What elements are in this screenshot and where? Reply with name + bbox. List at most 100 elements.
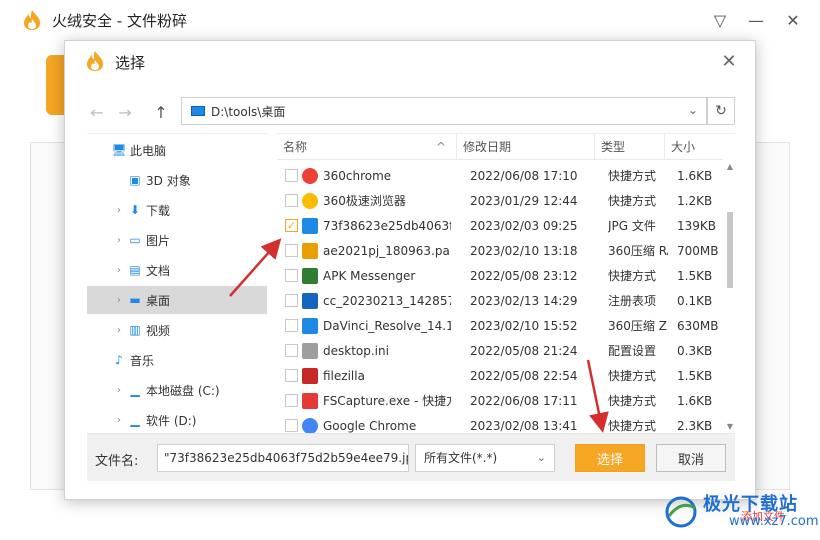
select-button[interactable]: 选择 <box>575 444 645 472</box>
drive-c-icon: ▁ <box>130 383 140 397</box>
file-list-header: 名称 ^ 修改日期 类型 大小 <box>277 134 723 160</box>
nav-item-8[interactable]: › ▁ 本地磁盘 (C:) <box>87 376 267 404</box>
file-row[interactable]: ✓ 73f38623e25db4063f75d2b59e4ee79.jpg 2023… <box>277 213 723 238</box>
file-checkbox[interactable] <box>285 394 298 407</box>
3d-objects-icon: ▣ <box>129 173 141 187</box>
file-date: 2022/06/08 17:10 <box>470 168 578 183</box>
nav-item-0[interactable]: 🖥 此电脑 <box>87 136 267 164</box>
file-date: 2023/02/13 14:29 <box>470 293 578 308</box>
file-row[interactable]: 360极速浏览器 2023/01/29 12:44 快捷方式 1.2KB <box>277 188 723 213</box>
nav-item-5[interactable]: › ▬ 桌面 <box>87 286 267 314</box>
desktop-icon: ▬ <box>129 293 141 307</box>
expand-chevron-icon[interactable]: › <box>113 205 125 216</box>
file-row[interactable]: FSCapture.exe - 快捷方式 2022/06/08 17:11 快捷方式… <box>277 388 723 413</box>
address-dropdown-icon[interactable]: ⌄ <box>688 103 698 117</box>
dialog-close-button[interactable]: ✕ <box>717 49 741 73</box>
forward-button[interactable]: → <box>115 101 135 123</box>
file-checkbox[interactable]: ✓ <box>285 219 298 232</box>
browser360-icon <box>302 192 318 209</box>
file-checkbox[interactable] <box>285 369 298 382</box>
minimize-button[interactable]: — <box>744 8 768 32</box>
file-date: 2023/02/10 15:52 <box>470 318 578 333</box>
file-checkbox[interactable] <box>285 244 298 257</box>
archive-icon <box>302 317 318 334</box>
refresh-button[interactable]: ↻ <box>707 97 735 125</box>
scroll-down-icon[interactable]: ▼ <box>725 422 735 431</box>
nav-item-4[interactable]: › ▤ 文档 <box>87 256 267 284</box>
expand-chevron-icon[interactable]: › <box>113 295 125 306</box>
app-title: 火绒安全 - 文件粉碎 <box>52 12 187 30</box>
nav-item-label: 文档 <box>146 263 171 278</box>
file-type: 注册表项 <box>608 294 657 308</box>
filename-label: 文件名: <box>95 454 139 469</box>
column-date[interactable]: 修改日期 <box>457 134 595 160</box>
computer-icon: 🖥 <box>111 143 127 157</box>
file-checkbox[interactable] <box>285 269 298 282</box>
dialog-logo-icon <box>87 51 103 71</box>
expand-chevron-icon[interactable]: › <box>113 325 125 336</box>
file-row[interactable]: DaVinci_Resolve_14.1_ 2023/02/10 15:52 360… <box>277 313 723 338</box>
file-row[interactable]: APK Messenger 2022/05/08 23:12 快捷方式 1.5KB <box>277 263 723 288</box>
file-type-filter[interactable]: 所有文件(*.*) ⌄ <box>415 444 555 472</box>
dialog-footer: 文件名: "73f38623e25db4063f75d2b59e4ee79.jp… <box>87 433 735 481</box>
file-type: 快捷方式 <box>608 169 657 183</box>
address-bar[interactable]: D:\tools\桌面 ⌄ <box>181 97 707 125</box>
file-checkbox[interactable] <box>285 294 298 307</box>
file-row[interactable]: ae2021pj_180963.part 2023/02/10 13:18 360压… <box>277 238 723 263</box>
watermark-url: www.xz7.com <box>729 514 819 529</box>
column-name[interactable]: 名称 ^ <box>277 134 457 160</box>
back-button[interactable]: ← <box>87 101 107 123</box>
file-size: 1.5KB <box>677 368 713 383</box>
expand-chevron-icon[interactable]: › <box>113 385 125 396</box>
nav-item-2[interactable]: › ⬇ 下载 <box>87 196 267 224</box>
file-name: 360chrome <box>323 168 392 183</box>
filename-input[interactable]: "73f38623e25db4063f75d2b59e4ee79.jpg" <box>157 444 409 472</box>
scroll-thumb[interactable] <box>727 212 733 288</box>
file-checkbox[interactable] <box>285 194 298 207</box>
vertical-scrollbar[interactable]: ▲ ▼ <box>725 134 735 433</box>
file-size: 1.6KB <box>677 393 713 408</box>
file-date: 2023/01/29 12:44 <box>470 193 578 208</box>
nav-item-3[interactable]: › ▭ 图片 <box>87 226 267 254</box>
file-checkbox[interactable] <box>285 319 298 332</box>
nav-item-7[interactable]: ♪ 音乐 <box>87 346 267 374</box>
file-type: 快捷方式 <box>608 419 657 433</box>
fscapture-icon <box>302 392 318 409</box>
nav-item-label: 视频 <box>146 323 171 338</box>
file-row[interactable]: desktop.ini 2022/05/08 21:24 配置设置 0.3KB <box>277 338 723 363</box>
file-size: 139KB <box>677 218 717 233</box>
scroll-up-icon[interactable]: ▲ <box>725 162 735 171</box>
file-row[interactable]: cc_20230213_142857.reg 2023/02/13 14:29 注册… <box>277 288 723 313</box>
file-date: 2022/05/08 21:24 <box>470 343 578 358</box>
huorong-logo-icon <box>24 10 40 30</box>
desktop-folder-icon <box>191 106 205 116</box>
column-type[interactable]: 类型 <box>595 134 665 160</box>
nav-item-6[interactable]: › ▥ 视频 <box>87 316 267 344</box>
up-button[interactable]: ↑ <box>151 101 171 123</box>
file-name: 360极速浏览器 <box>323 194 406 208</box>
app-close-button[interactable]: ✕ <box>781 8 805 32</box>
file-type: 快捷方式 <box>608 194 657 208</box>
file-checkbox[interactable] <box>285 169 298 182</box>
pictures-icon: ▭ <box>129 233 141 247</box>
file-size: 2.3KB <box>677 418 713 433</box>
select-file-dialog: 选择 ✕ ← → ↑ D:\tools\桌面 ⌄ ↻ 🖥 此电脑 ▣ 3D 对象 › ⬇ 下… <box>64 40 756 500</box>
menu-dropdown-icon[interactable]: ▽ <box>708 8 732 32</box>
expand-chevron-icon[interactable]: › <box>113 265 125 276</box>
navigation-pane: 🖥 此电脑 ▣ 3D 对象 › ⬇ 下载 › ▭ 图片 › ▤ 文档 › ▬ 桌面 › ▥ 视频 ♪ 音乐 › ▁ 本地磁盘 … <box>87 133 267 433</box>
nav-item-9[interactable]: › ▁ 软件 (D:) <box>87 406 267 434</box>
file-row[interactable]: Google Chrome 2023/02/08 13:41 快捷方式 2.3KB <box>277 413 723 433</box>
file-checkbox[interactable] <box>285 419 298 432</box>
file-size: 1.2KB <box>677 193 713 208</box>
column-size[interactable]: 大小 <box>665 134 723 160</box>
file-checkbox[interactable] <box>285 344 298 357</box>
expand-chevron-icon[interactable]: › <box>113 235 125 246</box>
file-name: APK Messenger <box>323 268 416 283</box>
nav-item-1[interactable]: ▣ 3D 对象 <box>87 166 267 194</box>
expand-chevron-icon[interactable]: › <box>113 415 125 426</box>
file-row[interactable]: 360chrome 2022/06/08 17:10 快捷方式 1.6KB <box>277 163 723 188</box>
download-icon: ⬇ <box>129 203 141 217</box>
file-name: cc_20230213_142857.reg <box>323 293 451 308</box>
cancel-button[interactable]: 取消 <box>656 444 726 472</box>
file-row[interactable]: filezilla 2022/05/08 22:54 快捷方式 1.5KB <box>277 363 723 388</box>
